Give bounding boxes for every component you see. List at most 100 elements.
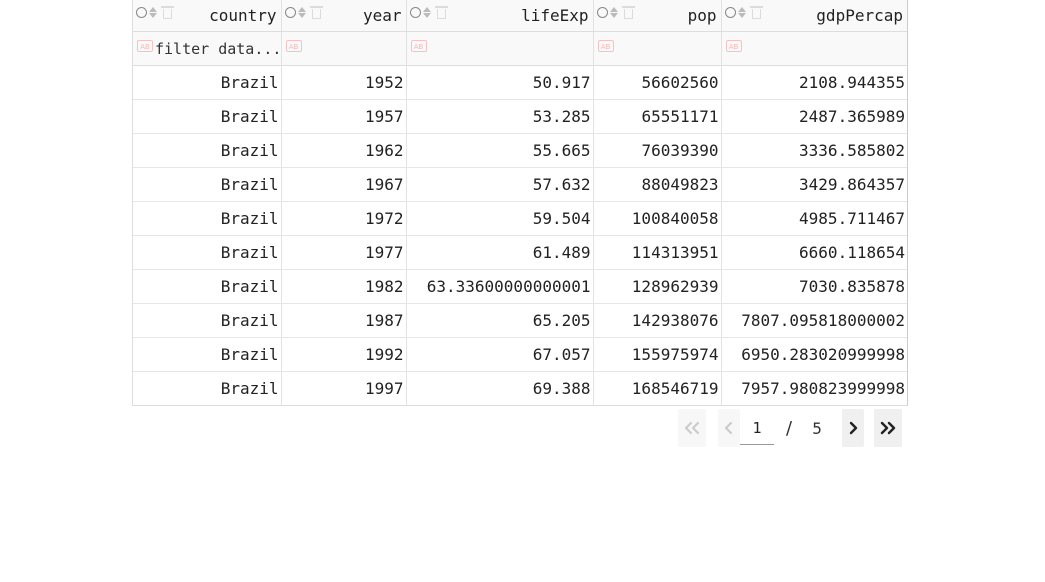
text-filter-badge-icon: AB bbox=[597, 40, 614, 52]
table-cell[interactable]: 3336.585802 bbox=[721, 133, 907, 168]
select-column-radio-icon[interactable] bbox=[724, 7, 736, 18]
table-cell[interactable]: 65551171 bbox=[593, 99, 722, 134]
sort-icon[interactable] bbox=[609, 7, 618, 18]
column-header-year[interactable]: year bbox=[281, 0, 407, 32]
filter-cell-gdppercap[interactable]: AB bbox=[721, 31, 907, 66]
table-cell[interactable]: Brazil bbox=[133, 371, 282, 405]
delete-column-icon[interactable] bbox=[749, 6, 763, 19]
sort-icon[interactable] bbox=[422, 7, 431, 18]
column-label: year bbox=[362, 6, 402, 25]
table-cell[interactable]: 7030.835878 bbox=[721, 269, 907, 304]
text-filter-badge-icon: AB bbox=[410, 40, 427, 52]
select-column-radio-icon[interactable] bbox=[596, 7, 608, 18]
delete-column-icon[interactable] bbox=[161, 6, 174, 19]
table-cell[interactable]: 100840058 bbox=[593, 201, 722, 236]
table-cell[interactable]: 142938076 bbox=[593, 303, 722, 338]
table-cell[interactable]: 168546719 bbox=[593, 371, 722, 405]
pagination: / 5 bbox=[678, 409, 903, 447]
delete-column-icon[interactable] bbox=[434, 6, 448, 19]
column-header-country[interactable]: country bbox=[133, 0, 282, 32]
select-column-radio-icon[interactable] bbox=[409, 7, 421, 18]
table-cell[interactable]: 1952 bbox=[281, 65, 407, 100]
table-cell[interactable]: 6950.283020999998 bbox=[721, 337, 907, 372]
text-filter-badge-icon: AB bbox=[285, 40, 302, 52]
table-cell[interactable]: 114313951 bbox=[593, 235, 722, 270]
table-cell[interactable]: 155975974 bbox=[593, 337, 722, 372]
column-label: lifeExp bbox=[521, 6, 589, 25]
table-row: Brazil 1992 67.057 155975974 6950.283020… bbox=[133, 337, 907, 372]
table-cell[interactable]: 7807.095818000002 bbox=[721, 303, 907, 338]
table-cell[interactable]: 1962 bbox=[281, 133, 407, 168]
table-cell[interactable]: 56602560 bbox=[593, 65, 722, 100]
table-row: Brazil 1987 65.205 142938076 7807.095818… bbox=[133, 303, 907, 338]
filter-cell-pop[interactable]: AB bbox=[593, 31, 722, 66]
table-cell[interactable]: 2487.365989 bbox=[721, 99, 907, 134]
table-cell[interactable]: 61.489 bbox=[406, 235, 594, 270]
table-cell[interactable]: 1997 bbox=[281, 371, 407, 405]
table-cell[interactable]: 67.057 bbox=[406, 337, 594, 372]
table-row: Brazil 1962 55.665 76039390 3336.585802 bbox=[133, 133, 907, 168]
previous-page-button[interactable] bbox=[718, 409, 740, 447]
column-header-pop[interactable]: pop bbox=[593, 0, 722, 32]
table-cell[interactable]: 2108.944355 bbox=[721, 65, 907, 100]
table-cell[interactable]: 88049823 bbox=[593, 167, 722, 202]
table-cell[interactable]: 53.285 bbox=[406, 99, 594, 134]
filter-row: AB AB AB AB AB bbox=[133, 31, 907, 66]
table-cell[interactable]: 6660.118654 bbox=[721, 235, 907, 270]
table-cell[interactable]: 1987 bbox=[281, 303, 407, 338]
table-cell[interactable]: Brazil bbox=[133, 303, 282, 338]
table-cell[interactable]: 59.504 bbox=[406, 201, 594, 236]
table-cell[interactable]: Brazil bbox=[133, 235, 282, 270]
table-cell[interactable]: 65.205 bbox=[406, 303, 594, 338]
table-cell[interactable]: 50.917 bbox=[406, 65, 594, 100]
sort-icon[interactable] bbox=[737, 7, 746, 18]
table-cell[interactable]: 76039390 bbox=[593, 133, 722, 168]
table-cell[interactable]: 3429.864357 bbox=[721, 167, 907, 202]
current-page-input[interactable] bbox=[740, 411, 774, 445]
first-page-button[interactable] bbox=[678, 409, 706, 447]
chevron-right-icon bbox=[849, 421, 858, 435]
table-cell[interactable]: 63.33600000000001 bbox=[406, 269, 594, 304]
table-cell[interactable]: Brazil bbox=[133, 65, 282, 100]
table-cell[interactable]: 7957.980823999998 bbox=[721, 372, 907, 406]
filter-cell-lifeexp[interactable]: AB bbox=[406, 31, 594, 66]
column-header-lifeexp[interactable]: lifeExp bbox=[406, 0, 594, 32]
next-page-button[interactable] bbox=[842, 409, 865, 447]
header-row: country year lifeExp pop gdpPercap bbox=[133, 0, 907, 32]
data-table: country year lifeExp pop gdpPercap AB fi… bbox=[132, 0, 908, 406]
table-cell[interactable]: Brazil bbox=[133, 167, 282, 202]
table-cell[interactable]: 57.632 bbox=[406, 167, 594, 202]
select-column-radio-icon[interactable] bbox=[284, 7, 296, 18]
column-label: country bbox=[209, 6, 277, 25]
delete-column-icon[interactable] bbox=[309, 6, 323, 19]
page-separator: / bbox=[786, 417, 793, 439]
select-column-radio-icon[interactable] bbox=[136, 7, 147, 18]
sort-icon[interactable] bbox=[149, 7, 157, 18]
table-cell[interactable]: Brazil bbox=[133, 99, 282, 134]
filter-input-country[interactable] bbox=[155, 40, 280, 58]
table-cell[interactable]: 4985.711467 bbox=[721, 201, 907, 236]
sort-icon[interactable] bbox=[297, 7, 306, 18]
table-row: Brazil 1957 53.285 65551171 2487.365989 bbox=[133, 99, 907, 134]
table-cell[interactable]: 69.388 bbox=[406, 371, 594, 405]
table-cell[interactable]: 1967 bbox=[281, 167, 407, 202]
table-cell[interactable]: Brazil bbox=[133, 337, 282, 372]
last-page-button[interactable] bbox=[874, 409, 903, 447]
table-cell[interactable]: Brazil bbox=[133, 269, 282, 304]
table-row: Brazil 1997 69.388 168546719 7957.980823… bbox=[133, 371, 907, 406]
delete-column-icon[interactable] bbox=[621, 6, 635, 19]
table-cell[interactable]: 1982 bbox=[281, 269, 407, 304]
table-cell[interactable]: 128962939 bbox=[593, 269, 722, 304]
table-cell[interactable]: 1972 bbox=[281, 201, 407, 236]
filter-cell-country: AB bbox=[133, 31, 282, 66]
table-cell[interactable]: 55.665 bbox=[406, 133, 594, 168]
table-cell[interactable]: Brazil bbox=[133, 133, 282, 168]
column-header-gdppercap[interactable]: gdpPercap bbox=[721, 0, 907, 32]
filter-cell-year[interactable]: AB bbox=[281, 31, 407, 66]
table-cell[interactable]: 1957 bbox=[281, 99, 407, 134]
table-cell[interactable]: Brazil bbox=[133, 201, 282, 236]
table-row: Brazil 1967 57.632 88049823 3429.864357 bbox=[133, 167, 907, 202]
double-chevron-left-icon bbox=[684, 421, 700, 435]
table-cell[interactable]: 1977 bbox=[281, 235, 407, 270]
table-cell[interactable]: 1992 bbox=[281, 337, 407, 372]
